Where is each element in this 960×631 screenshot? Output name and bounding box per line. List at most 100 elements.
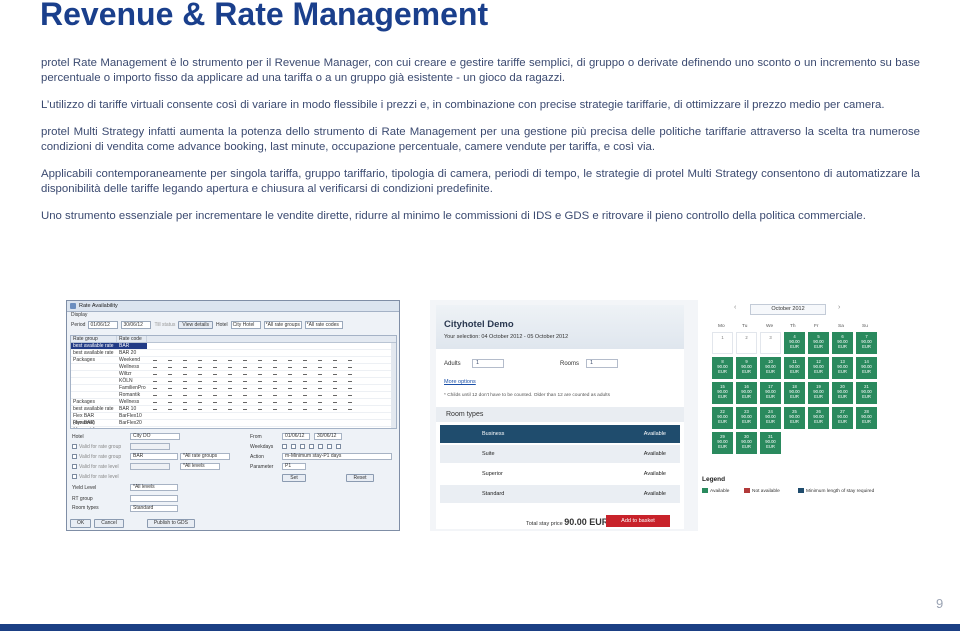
weekday-checkbox[interactable]: [336, 444, 341, 449]
hotel-select[interactable]: City Hotel: [230, 321, 261, 329]
calendar-day[interactable]: 10 90.00 EUR: [760, 357, 781, 379]
weekday-checkbox[interactable]: [291, 444, 296, 449]
status-cells: [147, 378, 396, 384]
form-hotel-field[interactable]: City DO: [130, 433, 180, 440]
parameter-field[interactable]: P1: [282, 463, 306, 470]
view-details-button[interactable]: View details: [178, 321, 213, 329]
calendar-day[interactable]: 20 90.00 EUR: [832, 382, 853, 404]
calendar-day[interactable]: 19 90.00 EUR: [808, 382, 829, 404]
calendar-day[interactable]: 28 90.00 EUR: [856, 407, 877, 429]
room-types-field[interactable]: Standard: [130, 505, 178, 512]
weekday-checkbox[interactable]: [309, 444, 314, 449]
calendar-day[interactable]: 5 90.00 EUR: [808, 332, 829, 354]
window-titlebar: Rate Availability: [67, 301, 399, 312]
table-row[interactable]: KÖLN: [71, 378, 396, 385]
cancel-button[interactable]: Cancel: [94, 519, 124, 528]
weekday-checkbox[interactable]: [282, 444, 287, 449]
table-row[interactable]: Flex BAR (dynamic) BarFlex10: [71, 413, 396, 426]
month-select[interactable]: October 2012: [750, 304, 826, 315]
table-row[interactable]: Packages Wellness: [71, 399, 396, 406]
calendar-day[interactable]: 9 90.00 EUR: [736, 357, 757, 379]
period-from-field[interactable]: 01/06/12: [88, 321, 119, 329]
weekday-checkbox[interactable]: [327, 444, 332, 449]
calendar-day[interactable]: 22 90.00 EUR: [712, 407, 733, 429]
table-row[interactable]: best available rate BAR: [71, 343, 396, 350]
weekday-checkbox[interactable]: [318, 444, 323, 449]
calendar-day[interactable]: 7 90.00 EUR: [856, 332, 877, 354]
legend-not-available: Not available: [744, 488, 780, 494]
calendar-day[interactable]: 27 90.00 EUR: [832, 407, 853, 429]
status-mark: [213, 401, 217, 403]
yield-level-field[interactable]: *All levels: [130, 484, 178, 491]
rate-code-field[interactable]: BAR: [130, 453, 178, 460]
room-row-superior[interactable]: Superior Available: [440, 465, 680, 483]
table-row[interactable]: Romantik: [71, 392, 396, 399]
rate-group-field[interactable]: [130, 443, 170, 450]
checkbox[interactable]: [72, 454, 77, 459]
calendar-day[interactable]: 8 90.00 EUR: [712, 357, 733, 379]
rate-codes-select[interactable]: *All rate codes: [304, 321, 343, 329]
table-row[interactable]: Packages Weekend: [71, 357, 396, 364]
all-rate-groups-field[interactable]: *All rate groups: [180, 453, 230, 460]
add-to-basket-button[interactable]: Add to basket: [606, 515, 670, 527]
grid-scrollbar[interactable]: [391, 343, 396, 428]
prev-month-icon[interactable]: ‹: [734, 304, 736, 311]
calendar-day[interactable]: 6 90.00 EUR: [832, 332, 853, 354]
table-row[interactable]: Wellness: [71, 364, 396, 371]
app-icon: [70, 303, 76, 309]
ok-button[interactable]: OK: [70, 519, 92, 528]
rt-group-field[interactable]: [130, 495, 178, 502]
checkbox[interactable]: [72, 464, 77, 469]
calendar-day[interactable]: 23 90.00 EUR: [736, 407, 757, 429]
calendar-day[interactable]: 15 90.00 EUR: [712, 382, 733, 404]
period-to-field[interactable]: 30/06/12: [121, 321, 152, 329]
form-from-field[interactable]: 01/06/12: [282, 433, 310, 440]
calendar-day[interactable]: 31 90.00 EUR: [760, 432, 781, 454]
table-row[interactable]: FamilienPro: [71, 385, 396, 392]
rate-level-field[interactable]: [130, 463, 170, 470]
calendar-day[interactable]: 25 90.00 EUR: [784, 407, 805, 429]
calendar-day[interactable]: 11 90.00 EUR: [784, 357, 805, 379]
calendar-day[interactable]: 1: [712, 332, 733, 354]
calendar-day[interactable]: 14 90.00 EUR: [856, 357, 877, 379]
weekday-checkbox[interactable]: [300, 444, 305, 449]
calendar-day[interactable]: 12 90.00 EUR: [808, 357, 829, 379]
booking-header: Cityhotel Demo Your selection: 04 Octobe…: [436, 305, 684, 349]
calendar-day[interactable]: 24 90.00 EUR: [760, 407, 781, 429]
calendar-day[interactable]: 16 90.00 EUR: [736, 382, 757, 404]
table-row[interactable]: Wiltzr: [71, 371, 396, 378]
calendar-day[interactable]: 2: [736, 332, 757, 354]
publish-gds-button[interactable]: Publish to GDS: [146, 519, 195, 528]
action-select[interactable]: m-Minimum stay-P1 days: [282, 453, 392, 460]
table-row[interactable]: best available rate BAR 20: [71, 350, 396, 357]
more-options-link[interactable]: More options: [444, 379, 476, 385]
room-row-business[interactable]: Business Available: [440, 425, 680, 443]
calendar-day[interactable]: 21 90.00 EUR: [856, 382, 877, 404]
room-types-label: Room types: [72, 505, 99, 511]
calendar-day[interactable]: 29 90.00 EUR: [712, 432, 733, 454]
all-levels-field[interactable]: *All levels: [180, 463, 220, 470]
calendar-day[interactable]: 4 90.00 EUR: [784, 332, 805, 354]
reset-button[interactable]: Reset: [346, 474, 374, 482]
weekday-label: Su: [862, 324, 868, 329]
status-mark: [348, 366, 352, 368]
status-mark: [333, 380, 337, 382]
table-row[interactable]: Flex BAR (dynamic) BarFlex20: [71, 420, 396, 428]
room-row-standard[interactable]: Standard Available: [440, 485, 680, 503]
form-to-field[interactable]: 30/06/12: [314, 433, 342, 440]
room-row-suite[interactable]: Suite Available: [440, 445, 680, 463]
next-month-icon[interactable]: ›: [838, 304, 840, 311]
table-row[interactable]: best available rate BAR 10: [71, 406, 396, 413]
calendar-day[interactable]: 18 90.00 EUR: [784, 382, 805, 404]
checkbox[interactable]: [72, 474, 77, 479]
calendar-day[interactable]: 26 90.00 EUR: [808, 407, 829, 429]
set-button[interactable]: Set: [282, 474, 306, 482]
calendar-day[interactable]: 17 90.00 EUR: [760, 382, 781, 404]
adults-select[interactable]: 1: [472, 359, 504, 368]
checkbox[interactable]: [72, 444, 77, 449]
rooms-select[interactable]: 1: [586, 359, 618, 368]
calendar-day[interactable]: 13 90.00 EUR: [832, 357, 853, 379]
calendar-day[interactable]: 30 90.00 EUR: [736, 432, 757, 454]
rate-groups-select[interactable]: *All rate groups: [263, 321, 302, 329]
calendar-day[interactable]: 3: [760, 332, 781, 354]
